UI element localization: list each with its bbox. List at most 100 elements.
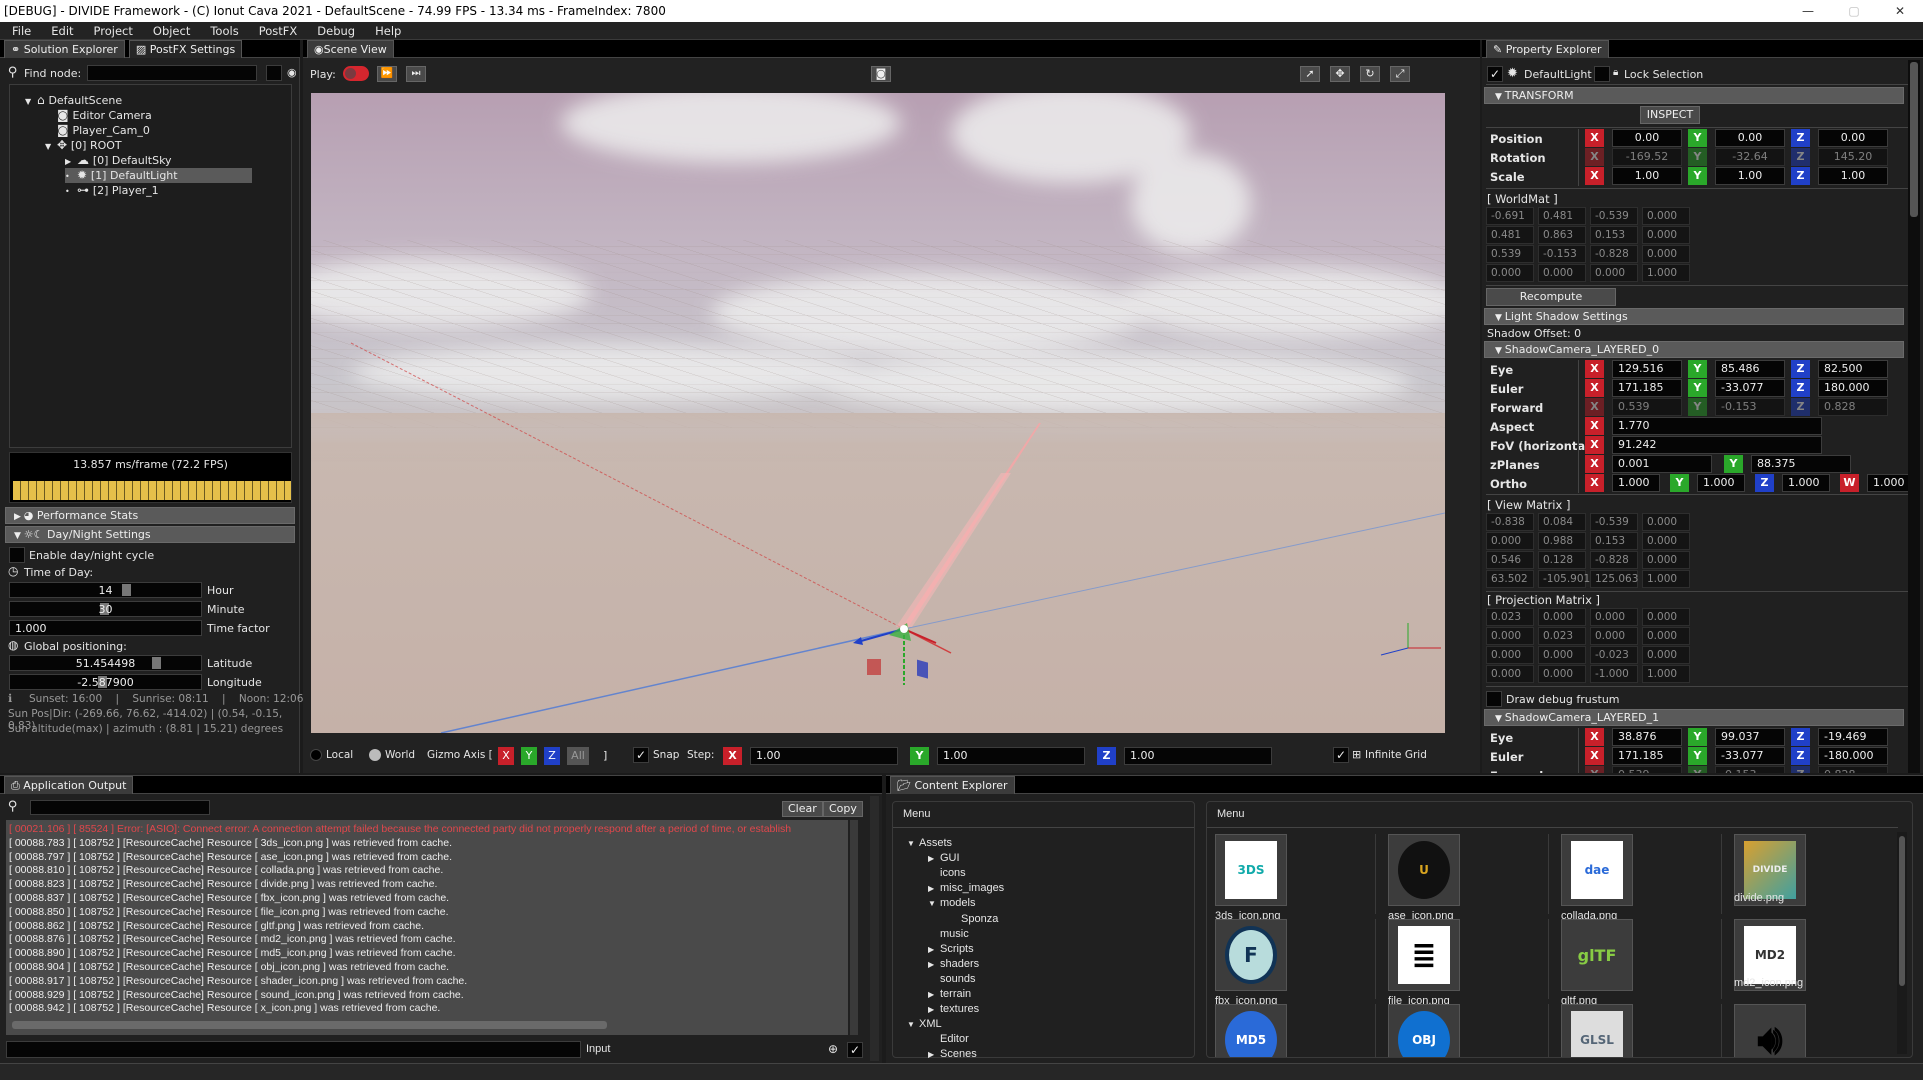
world-radio[interactable] xyxy=(369,749,381,761)
gizmo-axis-y-button[interactable]: Y xyxy=(521,747,537,765)
tab-postfx-settings[interactable]: ▨ PostFX Settings xyxy=(128,40,243,58)
zplanes-y-input[interactable]: 88.375 xyxy=(1751,455,1851,473)
enable-daynight-checkbox[interactable] xyxy=(9,547,25,563)
tab-application-output[interactable]: ⎙ Application Output xyxy=(4,776,134,794)
position-x-input[interactable]: 0.00 xyxy=(1612,129,1682,147)
tab-content-explorer[interactable]: 📂︎ Content Explorer xyxy=(890,776,1015,794)
draw-debug-frustum-checkbox[interactable] xyxy=(1486,691,1502,707)
folder-item[interactable]: ▼ Assets xyxy=(907,837,952,849)
eye-z-input[interactable]: 82.500 xyxy=(1818,360,1888,378)
clear-button[interactable]: Clear xyxy=(782,801,823,817)
move-tool-button[interactable]: ✥ xyxy=(1330,66,1350,82)
tree-node[interactable]: • ✹ [1] DefaultLight xyxy=(65,168,252,183)
folder-item[interactable]: ▶ GUI xyxy=(928,852,960,864)
folder-item[interactable]: sounds xyxy=(928,973,975,985)
scale-x-input[interactable]: 1.00 xyxy=(1612,167,1682,185)
output-scrollbar[interactable] xyxy=(870,796,879,1061)
tab-scene-view[interactable]: ◉Scene View xyxy=(307,40,394,58)
folder-item[interactable]: ▼ XML xyxy=(907,1018,942,1030)
slider-handle[interactable] xyxy=(121,584,131,596)
minimize-button[interactable]: — xyxy=(1785,0,1831,22)
file-tile[interactable]: dae xyxy=(1561,834,1633,906)
ortho-x-input[interactable]: 1.000 xyxy=(1612,474,1660,492)
file-tile[interactable]: U xyxy=(1388,834,1460,906)
position-z-input[interactable]: 0.00 xyxy=(1818,129,1888,147)
find-filter-checkbox[interactable] xyxy=(266,65,282,81)
eye-x-input[interactable]: 38.876 xyxy=(1612,728,1682,746)
latitude-slider[interactable]: 51.454498 xyxy=(9,655,202,671)
hour-slider[interactable]: 14 xyxy=(9,582,202,598)
file-tile[interactable]: 3DS xyxy=(1215,834,1287,906)
step-forward-button[interactable]: ⏩ xyxy=(377,66,397,82)
snap-step-y-input[interactable]: 1.00 xyxy=(937,747,1085,765)
output-filter-input[interactable] xyxy=(30,800,210,815)
fov-x-input[interactable]: 91.242 xyxy=(1612,436,1822,454)
find-node-input[interactable] xyxy=(87,65,257,81)
ortho-z-input[interactable]: 1.000 xyxy=(1782,474,1830,492)
section-header[interactable]: ▶ ◕ Performance Stats xyxy=(5,507,295,524)
folder-item[interactable]: ▶ Scenes xyxy=(928,1048,977,1060)
skip-frame-button[interactable]: ⏭ xyxy=(406,66,426,82)
file-tile[interactable]: MD5 xyxy=(1215,1004,1287,1057)
gizmo-axis-z-button[interactable]: Z xyxy=(544,747,560,765)
file-tile[interactable]: ≣ xyxy=(1388,919,1460,991)
section-header[interactable]: ▼ ☼☾ Day/Night Settings xyxy=(5,526,295,543)
minute-slider[interactable]: 30 xyxy=(9,601,202,617)
menu-project[interactable]: Project xyxy=(82,22,141,40)
eye-y-input[interactable]: 99.037 xyxy=(1715,728,1785,746)
gizmo-axis-all-button[interactable]: All xyxy=(567,747,589,765)
zplanes-x-input[interactable]: 0.001 xyxy=(1612,455,1712,473)
folder-item[interactable]: Editor xyxy=(928,1033,969,1045)
command-input[interactable] xyxy=(6,1041,581,1058)
light-shadow-settings-header[interactable]: ▼ Light Shadow Settings xyxy=(1484,308,1904,325)
file-tile[interactable]: OBJ xyxy=(1388,1004,1460,1057)
folder-item[interactable]: music xyxy=(928,928,969,940)
shadow-camera-1-header[interactable]: ▼ ShadowCamera_LAYERED_1 xyxy=(1484,709,1904,726)
euler-z-input[interactable]: -180.000 xyxy=(1818,747,1888,765)
slider-handle[interactable] xyxy=(152,657,162,669)
lock-selection-checkbox[interactable] xyxy=(1594,66,1610,82)
tree-node[interactable]: ▶ ☁ [0] DefaultSky xyxy=(65,153,252,168)
menu-postfx[interactable]: PostFX xyxy=(247,22,306,40)
recompute-worldmatrix-button[interactable]: Recompute WorldMatrix xyxy=(1486,288,1616,319)
maximize-button[interactable]: ▢ xyxy=(1831,0,1877,22)
play-toggle[interactable] xyxy=(343,66,369,81)
file-grid-scrollbar-thumb[interactable] xyxy=(1899,836,1905,986)
longitude-slider[interactable]: -2.587900 xyxy=(9,674,202,690)
folder-item[interactable]: ▶ textures xyxy=(928,1003,979,1015)
ortho-y-input[interactable]: 1.000 xyxy=(1697,474,1745,492)
folder-item[interactable]: ▼ models xyxy=(928,897,975,909)
file-tile[interactable]: GLSL xyxy=(1561,1004,1633,1057)
tree-node[interactable]: ▼ ⌂ DefaultScene xyxy=(25,93,275,108)
rotate-tool-button[interactable]: ↻ xyxy=(1360,66,1380,82)
menu-tools[interactable]: Tools xyxy=(198,22,246,40)
euler-x-input[interactable]: 171.185 xyxy=(1612,379,1682,397)
tree-node[interactable]: ◙ Player_Cam_0 xyxy=(45,123,295,138)
position-y-input[interactable]: 0.00 xyxy=(1715,129,1785,147)
file-tile[interactable]: 🔊︎ xyxy=(1734,1004,1806,1057)
tree-node[interactable]: ◙ Editor Camera xyxy=(45,108,295,123)
menu-edit[interactable]: Edit xyxy=(39,22,81,40)
eye-x-input[interactable]: 129.516 xyxy=(1612,360,1682,378)
folder-item[interactable]: ▶ shaders xyxy=(928,958,979,970)
property-scrollbar-thumb[interactable] xyxy=(1910,62,1918,217)
menu-file[interactable]: File xyxy=(0,22,39,40)
close-button[interactable]: ✕ xyxy=(1877,0,1923,22)
scale-z-input[interactable]: 1.00 xyxy=(1818,167,1888,185)
horizontal-scrollbar-thumb[interactable] xyxy=(12,1021,607,1029)
folder-item[interactable]: Sponza xyxy=(949,913,998,925)
local-radio[interactable] xyxy=(310,749,322,761)
folder-item[interactable]: icons xyxy=(928,867,966,879)
scale-tool-button[interactable]: ⤢ xyxy=(1390,66,1410,82)
shadow-camera-0-header[interactable]: ▼ ShadowCamera_LAYERED_0 xyxy=(1484,341,1904,358)
file-tile[interactable]: F xyxy=(1215,919,1287,991)
viewport[interactable] xyxy=(311,93,1445,733)
menu-object[interactable]: Object xyxy=(141,22,198,40)
tree-node[interactable]: • ⊶ [2] Player_1 xyxy=(65,183,252,198)
gizmo-axis-x-button[interactable]: X xyxy=(498,747,514,765)
snap-step-z-input[interactable]: 1.00 xyxy=(1124,747,1272,765)
eye-z-input[interactable]: -19.469 xyxy=(1818,728,1888,746)
infinite-grid-checkbox[interactable]: ✓ xyxy=(1333,747,1349,763)
euler-x-input[interactable]: 171.185 xyxy=(1612,747,1682,765)
menu-help[interactable]: Help xyxy=(363,22,409,40)
